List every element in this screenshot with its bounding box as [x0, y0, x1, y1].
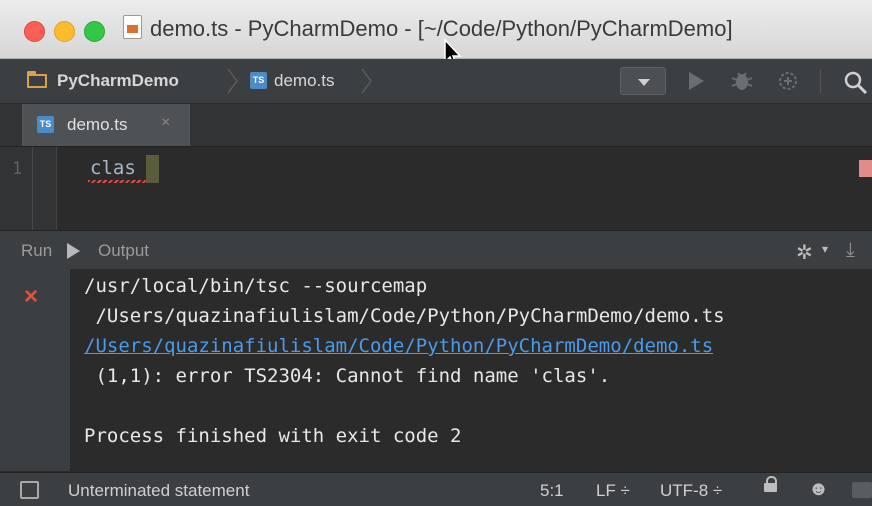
breadcrumb-project[interactable]: PyCharmDemo: [57, 71, 179, 91]
encoding-selector[interactable]: UTF-8 ÷: [660, 481, 722, 501]
breadcrumb-separator-icon: [361, 68, 372, 94]
run-icon[interactable]: [686, 70, 706, 92]
status-bar: Unterminated statement 5:1 LF ÷ UTF-8 ÷ …: [0, 472, 872, 506]
code-line[interactable]: clas: [90, 157, 136, 179]
typescript-file-icon: TS: [37, 116, 54, 133]
window-minimize-button[interactable]: [54, 21, 75, 42]
run-tab-label[interactable]: Run: [21, 241, 52, 261]
line-number: 1: [12, 159, 23, 179]
tool-windows-toggle-icon[interactable]: [20, 481, 39, 499]
output-tab-label[interactable]: Output: [98, 241, 149, 261]
event-log-icon[interactable]: [852, 482, 872, 498]
caret-position[interactable]: 5:1: [540, 481, 564, 501]
inspector-icon[interactable]: ☻: [808, 478, 829, 501]
coverage-icon[interactable]: [776, 70, 800, 92]
editor-tab-bar: TS demo.ts ×: [0, 104, 872, 147]
editor-gutter: 1: [0, 147, 57, 230]
run-tool-window-header: Run Output ✲ ▾ ⤓: [0, 230, 872, 270]
code-editor[interactable]: 1 clas: [0, 147, 872, 230]
status-message: Unterminated statement: [68, 481, 250, 500]
error-underline: [88, 180, 146, 183]
hide-panel-icon[interactable]: ⤓: [846, 239, 855, 262]
console-line: (1,1): error TS2304: Cannot find name 'c…: [84, 365, 611, 387]
window-title: demo.ts - PyCharmDemo - [~/Code/Python/P…: [150, 16, 733, 41]
console-gutter: ×: [0, 269, 71, 471]
console-output: × /usr/local/bin/tsc --sourcemap /Users/…: [0, 269, 872, 471]
chevron-down-icon[interactable]: ▾: [822, 242, 828, 256]
title-bar: demo.ts - PyCharmDemo - [~/Code/Python/P…: [0, 0, 872, 68]
line-separator-selector[interactable]: LF ÷: [596, 481, 630, 501]
window-close-button[interactable]: [24, 21, 45, 42]
typescript-file-icon: TS: [250, 72, 267, 89]
tab-label: demo.ts: [67, 115, 128, 134]
tab-close-icon[interactable]: ×: [161, 114, 170, 132]
search-icon[interactable]: [842, 70, 872, 94]
play-icon: [67, 243, 80, 259]
ide-window: demo.ts - PyCharmDemo - [~/Code/Python/P…: [0, 0, 872, 506]
tab-demo-ts[interactable]: TS demo.ts ×: [22, 104, 190, 146]
lock-icon[interactable]: [764, 476, 777, 492]
console-line: /usr/local/bin/tsc --sourcemap: [84, 275, 428, 297]
breadcrumb-separator-icon: [227, 68, 238, 94]
gear-icon[interactable]: ✲: [796, 240, 813, 265]
console-line: Process finished with exit code 2: [84, 425, 462, 447]
fold-guide: [32, 147, 33, 230]
breadcrumb-file[interactable]: demo.ts: [274, 71, 334, 91]
navigation-bar: PyCharmDemo TS demo.ts: [0, 59, 872, 104]
console-line: /Users/quazinafiulislam/Code/Python/PyCh…: [84, 305, 725, 327]
window-maximize-button[interactable]: [84, 21, 105, 42]
folder-icon: [27, 71, 47, 88]
console-file-link[interactable]: /Users/quazinafiulislam/Code/Python/PyCh…: [84, 335, 713, 357]
close-icon[interactable]: ×: [24, 283, 38, 311]
error-stripe-marker[interactable]: [859, 160, 872, 177]
document-icon: [123, 15, 142, 39]
debug-icon[interactable]: [730, 70, 754, 92]
text-caret: [146, 155, 159, 183]
run-configuration-dropdown[interactable]: [620, 67, 666, 95]
toolbar-divider: [820, 69, 821, 93]
